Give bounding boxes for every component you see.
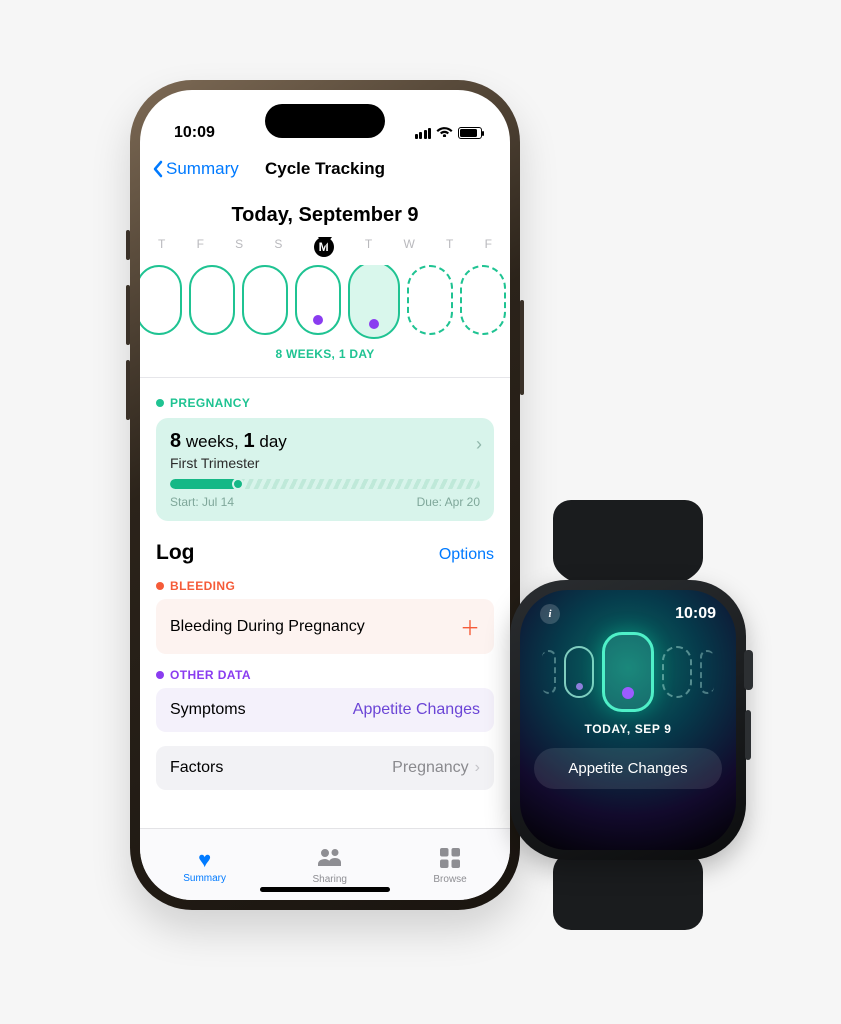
today-marker-icon [318, 237, 332, 246]
chevron-right-icon: › [475, 759, 480, 777]
dot-icon [156, 582, 164, 590]
cycle-day-pill[interactable] [140, 265, 182, 335]
cycle-day-pill[interactable] [564, 646, 594, 698]
cycle-day-pill[interactable] [542, 650, 556, 694]
cycle-day-pill[interactable] [242, 265, 288, 335]
back-label: Summary [166, 159, 239, 179]
chevron-left-icon [152, 160, 164, 178]
day-label: T [158, 237, 165, 257]
log-header: Log Options [156, 541, 494, 565]
tab-summary[interactable]: ♥ Summary [183, 849, 226, 884]
pregnancy-start: Start: Jul 14 [170, 495, 234, 509]
pregnancy-trimester: First Trimester [170, 455, 480, 471]
wifi-icon [436, 124, 453, 142]
day-label: F [197, 237, 204, 257]
tab-browse[interactable]: Browse [433, 848, 466, 885]
cycle-day-pill[interactable] [407, 265, 453, 335]
watch-cycle-row[interactable] [542, 632, 714, 712]
log-title: Log [156, 541, 194, 565]
cycle-day-pill-today[interactable] [602, 632, 654, 712]
pregnancy-progress-bar [170, 479, 480, 489]
log-dot-icon [576, 683, 583, 690]
pregnancy-duration: 8 weeks, 1 day [170, 430, 480, 453]
day-label: T [365, 237, 372, 257]
today-heading: Today, September 9 [156, 204, 494, 227]
watch-symptom-row[interactable]: Appetite Changes [534, 748, 722, 789]
cycle-day-pill[interactable] [460, 265, 506, 335]
home-indicator[interactable] [260, 887, 390, 892]
other-data-label-text: OTHER DATA [170, 668, 251, 682]
tab-summary-label: Summary [183, 873, 226, 884]
divider [140, 377, 510, 378]
symptoms-row[interactable]: Symptoms Appetite Changes [156, 688, 494, 732]
bleeding-row-title: Bleeding During Pregnancy [170, 618, 365, 636]
dynamic-island [265, 104, 385, 138]
bleeding-label-text: BLEEDING [170, 579, 235, 593]
bleeding-row[interactable]: Bleeding During Pregnancy ＋ [156, 599, 494, 654]
cycle-day-pill-today[interactable] [348, 265, 400, 339]
phone-screen: 10:09 Summary Cycle Tracking Today, Sept [140, 90, 510, 900]
phone-mute-switch [126, 230, 130, 260]
cycle-pill-row[interactable] [140, 265, 510, 339]
add-icon[interactable]: ＋ [460, 612, 480, 641]
pregnancy-card[interactable]: 8 weeks, 1 day First Trimester › Start: … [156, 418, 494, 521]
day-label: F [485, 237, 492, 257]
symptoms-value: Appetite Changes [353, 701, 480, 719]
pregnancy-section-label: PREGNANCY [156, 396, 494, 410]
heart-icon: ♥ [198, 849, 211, 871]
log-dot-icon [313, 315, 323, 325]
tab-browse-label: Browse [433, 874, 466, 885]
apple-watch-device: i 10:09 TODAY, SEP 9 Appetite Changes [498, 500, 758, 930]
cycle-day-pill[interactable] [295, 265, 341, 335]
pregnancy-section-text: PREGNANCY [170, 396, 250, 410]
battery-icon [458, 127, 482, 139]
watch-side-button [745, 710, 751, 760]
grid-icon [440, 848, 460, 872]
phone-volume-down [126, 360, 130, 420]
watch-strap [553, 500, 703, 588]
iphone-device: 10:09 Summary Cycle Tracking Today, Sept [130, 80, 520, 910]
day-label: S [274, 237, 282, 257]
phone-volume-up [126, 285, 130, 345]
day-label: T [446, 237, 453, 257]
dot-icon [156, 399, 164, 407]
day-label: W [403, 237, 414, 257]
watch-status-bar: i 10:09 [534, 604, 722, 624]
digital-crown [744, 650, 753, 690]
gestation-caption: 8 WEEKS, 1 DAY [156, 347, 494, 361]
factors-value: Pregnancy › [392, 759, 480, 777]
watch-screen: i 10:09 TODAY, SEP 9 Appetite Changes [520, 590, 736, 850]
cellular-icon [415, 128, 432, 139]
watch-case: i 10:09 TODAY, SEP 9 Appetite Changes [510, 580, 746, 860]
symptoms-title: Symptoms [170, 701, 246, 719]
other-data-section-label: OTHER DATA [156, 668, 494, 682]
info-icon[interactable]: i [540, 604, 560, 624]
dot-icon [156, 671, 164, 679]
factors-title: Factors [170, 759, 223, 777]
watch-date: TODAY, SEP 9 [584, 722, 671, 736]
tab-sharing[interactable]: Sharing [312, 848, 346, 885]
cycle-day-pill[interactable] [700, 650, 714, 694]
cycle-day-pill[interactable] [189, 265, 235, 335]
day-label: S [235, 237, 243, 257]
log-options-button[interactable]: Options [439, 546, 494, 564]
people-icon [317, 848, 343, 872]
phone-side-button [520, 300, 524, 395]
status-time: 10:09 [174, 124, 215, 142]
log-dot-icon [369, 319, 379, 329]
bleeding-section-label: BLEEDING [156, 579, 494, 593]
cycle-day-pill[interactable] [662, 646, 692, 698]
chevron-right-icon: › [476, 434, 482, 455]
week-strip[interactable]: T F S S M T W T F [156, 237, 494, 361]
content-area[interactable]: Today, September 9 T F S S M T W T F [140, 190, 510, 828]
tab-sharing-label: Sharing [312, 874, 346, 885]
factors-row[interactable]: Factors Pregnancy › [156, 746, 494, 790]
back-button[interactable]: Summary [152, 159, 239, 179]
pregnancy-dates: Start: Jul 14 Due: Apr 20 [170, 495, 480, 509]
log-dot-icon [622, 687, 634, 699]
watch-time: 10:09 [675, 605, 716, 623]
pregnancy-due: Due: Apr 20 [417, 495, 480, 509]
nav-bar: Summary Cycle Tracking [140, 148, 510, 190]
